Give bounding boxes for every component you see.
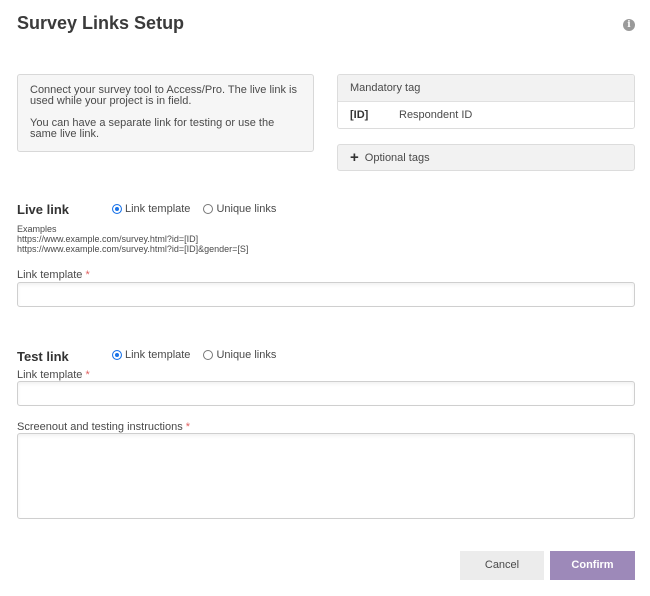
required-mark: * [85,369,90,381]
example-url: https://www.example.com/survey.html?id=[… [17,244,249,254]
info-icon[interactable]: i [623,19,635,31]
test-link-template-radio[interactable]: Link template [112,349,190,361]
required-mark: * [85,269,90,281]
cancel-button[interactable]: Cancel [460,551,544,580]
live-link-mode-group: Link template Unique links [112,203,289,215]
test-link-template-label: Link template * [17,369,90,381]
instructions-label: Screenout and testing instructions * [17,421,191,433]
tag-code: [ID] [350,109,369,121]
test-link-template-input[interactable] [17,381,635,406]
test-link-unique-radio[interactable]: Unique links [203,349,276,361]
instructions-textarea[interactable] [17,433,635,519]
intro-text-1: Connect your survey tool to Access/Pro. … [30,84,297,107]
example-url: https://www.example.com/survey.html?id=[… [17,234,199,244]
mandatory-tag-panel: Mandatory tag [ID] Respondent ID [337,74,635,129]
live-link-heading: Live link [17,202,70,217]
examples-block: Examples https://www.example.com/survey.… [17,224,248,254]
confirm-button[interactable]: Confirm [550,551,635,580]
mandatory-tag-heading: Mandatory tag [338,75,634,102]
test-link-heading: Test link [17,349,69,364]
live-link-template-label: Link template * [17,269,90,281]
radio-unselected-icon [203,350,214,360]
page-title: Survey Links Setup [17,13,185,33]
intro-box: Connect your survey tool to Access/Pro. … [17,74,314,152]
plus-icon: + [350,148,359,166]
radio-selected-icon [112,204,122,214]
radio-selected-icon [112,350,122,360]
optional-tags-toggle[interactable]: + Optional tags [337,144,635,171]
live-link-unique-radio[interactable]: Unique links [203,203,276,215]
live-link-template-radio[interactable]: Link template [112,203,190,215]
required-mark: * [185,421,191,433]
test-link-mode-group: Link template Unique links [112,349,289,361]
examples-heading: Examples [17,224,57,234]
radio-unselected-icon [203,204,214,214]
tag-description: Respondent ID [399,109,473,121]
optional-tags-label: Optional tags [364,151,430,164]
intro-text-2: You can have a separate link for testing… [30,117,275,140]
mandatory-tag-row: [ID] Respondent ID [338,102,634,128]
live-link-template-input[interactable] [17,282,635,307]
